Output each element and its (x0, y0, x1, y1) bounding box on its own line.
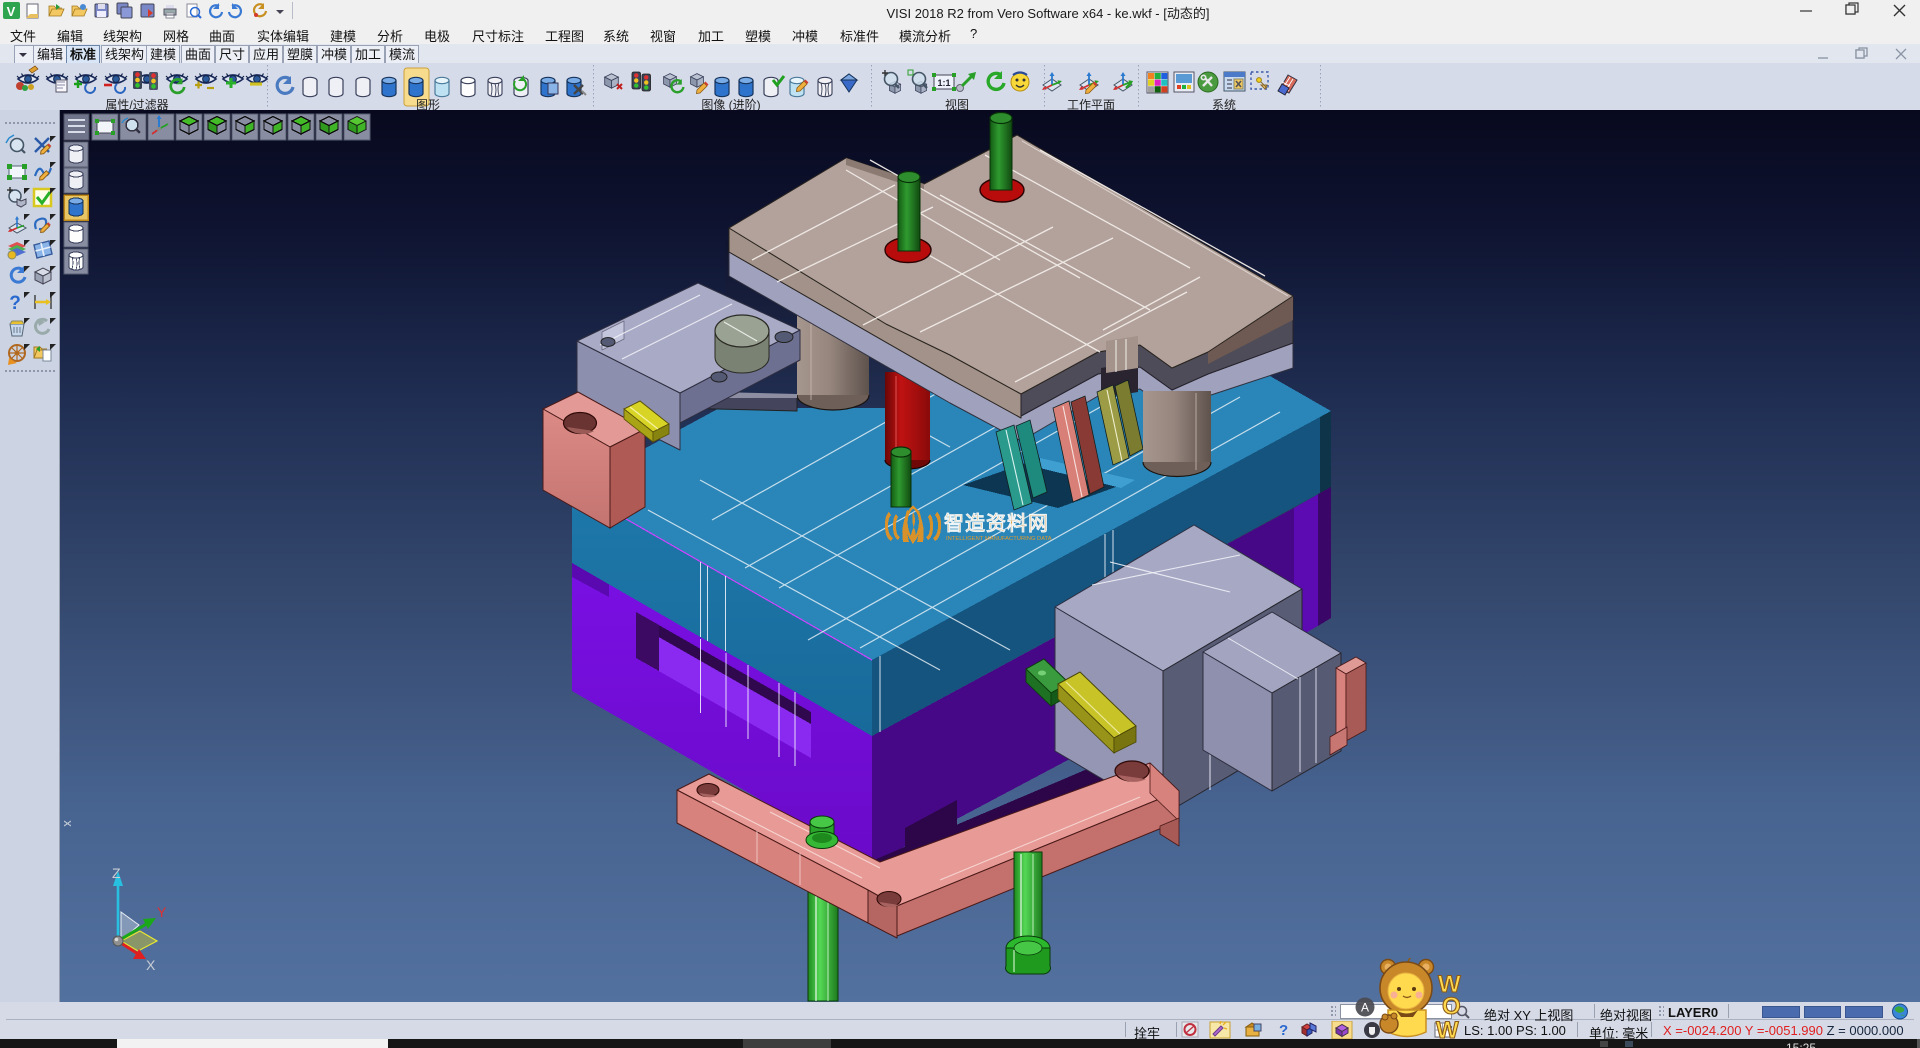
svg-text:O: O (1442, 993, 1461, 1020)
svg-text:W: W (1436, 1017, 1459, 1042)
svg-text:1:1: 1:1 (937, 78, 950, 88)
svg-text:INTELLIGENT MANUFACTURING DATA: INTELLIGENT MANUFACTURING DATA (946, 536, 1052, 542)
svg-text:?: ? (9, 293, 21, 314)
svg-text:X: X (146, 957, 156, 973)
svg-text:Z: Z (112, 865, 121, 881)
svg-text:A: A (1361, 1001, 1369, 1015)
svg-text:智造资料网: 智造资料网 (944, 511, 1049, 535)
svg-text:V: V (7, 4, 16, 19)
svg-text:Y: Y (157, 904, 167, 920)
svg-text:?: ? (1279, 1022, 1288, 1039)
